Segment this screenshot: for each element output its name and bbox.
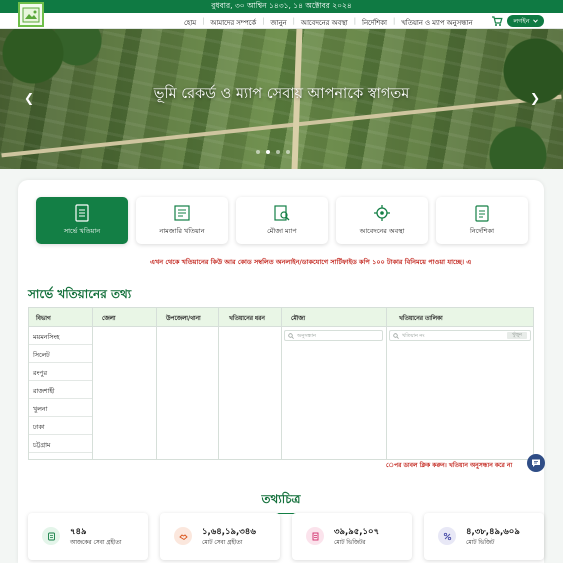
tab-namjari-khatian[interactable]: নামজারি খতিয়ান (136, 197, 228, 244)
stat-value: ৪,৩৮,৪৯,৬০৯ (466, 527, 520, 537)
site-logo[interactable] (18, 2, 44, 27)
status-gear-icon (374, 205, 390, 221)
percent-icon (438, 527, 456, 545)
info-title: তথ্যচিত্র (18, 491, 544, 514)
search-icon (393, 333, 399, 339)
list-item[interactable]: ঢাকা (29, 417, 92, 435)
service-panel: সার্ভে খতিয়ান নামজারি খতিয়ান মৌজা ম্যা… (18, 180, 544, 563)
tab-label: সার্ভে খতিয়ান (63, 227, 101, 235)
column-divider (92, 308, 93, 459)
cart-icon[interactable] (491, 15, 503, 27)
notice-marquee: এখন থেকে খতিয়ানের কিউ আর কোড সম্বলিত অন… (28, 257, 534, 268)
section-title: সার্ভে খতিয়ানের তথ্য (28, 287, 132, 301)
stat-label: মোট ভিজিটর (334, 540, 366, 546)
login-button[interactable]: লগইন (507, 15, 544, 27)
user-icon (42, 527, 60, 545)
list-item[interactable]: খুলনা (29, 399, 92, 417)
column-divider (156, 308, 157, 459)
carousel-next-icon[interactable]: ❯ (530, 91, 540, 105)
column-header: উপজেলা/থানা (166, 316, 201, 322)
column-divider (218, 308, 219, 459)
hero-banner: ভূমি রেকর্ড ও ম্যাপ সেবায় আপনাকে স্বাগত… (0, 29, 563, 169)
column-divider (386, 308, 387, 459)
stat-card: ৭৪৯ আজকের সেবা গ্রহীতা (28, 513, 148, 560)
search-icon (288, 333, 294, 339)
tab-guide[interactable]: নির্দেশিকা (436, 197, 528, 244)
division-list: ময়মনসিংহ সিলেট রংপুর রাজশাহী খুলনা ঢাকা… (29, 327, 92, 453)
carousel-dot-active[interactable] (266, 150, 270, 154)
khatian-search-button[interactable]: খুঁজুন (507, 332, 527, 339)
list-item[interactable]: চট্টগ্রাম (29, 435, 92, 453)
khatian-search-table: বিভাগ জেলা উপজেলা/থানা খতিয়ানের ধরন মৌজ… (28, 307, 534, 460)
stat-card: ৩৯,৯৫,১০৭ মোট ভিজিটর (292, 513, 412, 560)
list-item[interactable]: সিলেট (29, 345, 92, 363)
carousel-dot[interactable] (276, 150, 280, 154)
stat-label: আজকের সেবা গ্রহীতা (70, 540, 122, 546)
stat-label: মোট সেবা গ্রহীতা (202, 540, 243, 546)
tab-label: নির্দেশিকা (470, 227, 494, 235)
column-divider (281, 308, 282, 459)
carousel-dot[interactable] (256, 150, 260, 154)
tab-label: আবেদনের অবস্থা (359, 227, 405, 235)
column-header: মৌজা (291, 316, 306, 322)
tab-label: নামজারি খতিয়ান (159, 227, 205, 235)
tab-mouza-map[interactable]: মৌজা ম্যাপ (236, 197, 328, 244)
banner-trees (0, 29, 110, 89)
login-label: লগইন (513, 16, 530, 25)
column-header: জেলা (102, 316, 116, 322)
column-header: বিভাগ (36, 316, 51, 322)
tab-label: মৌজা ম্যাপ (267, 227, 297, 235)
tab-survey-khatian[interactable]: সার্ভে খতিয়ান (36, 197, 128, 244)
mouza-search-input[interactable]: অনুসন্ধান (284, 330, 383, 341)
certificate-icon (174, 205, 190, 221)
top-bar: বুধবার, ৩০ আশ্বিন ১৪৩১, ১৪ অক্টোবর ২০২৪ (0, 0, 563, 13)
document-list-icon (75, 204, 89, 222)
list-item[interactable]: রংপুর (29, 363, 92, 381)
map-search-icon (274, 205, 290, 221)
tab-application-status[interactable]: আবেদনের অবস্থা (336, 197, 428, 244)
land-record-logo-icon (22, 7, 40, 22)
search-placeholder: অনুসন্ধান (297, 333, 317, 339)
khatian-search-input[interactable]: খতিয়ান নং খুঁজুন (389, 330, 531, 341)
current-date: বুধবার, ৩০ আশ্বিন ১৪৩১, ১৪ অক্টোবর ২০২৪ (211, 1, 352, 10)
list-item[interactable]: রাজশাহী (29, 381, 92, 399)
chat-button[interactable] (527, 454, 545, 472)
stat-card: ১,৬৪,১৯,৩৪৬ মোট সেবা গ্রহীতা (160, 513, 280, 560)
chat-icon (532, 459, 540, 467)
document-icon (306, 527, 324, 545)
navbar: হোম | আমাদের সম্পর্কে | জানুন | আবেদনের অবস… (0, 13, 563, 29)
stat-value: ১,৬৪,১৯,৩৪৬ (202, 527, 256, 537)
service-tabs: সার্ভে খতিয়ান নামজারি খতিয়ান মৌজা ম্যা… (36, 197, 528, 244)
stat-label: মোট ভিজিট (466, 540, 495, 546)
list-item[interactable]: ময়মনসিংহ (29, 327, 92, 345)
stat-value: ৭৪৯ (70, 527, 87, 537)
stats-row: ৭৪৯ আজকের সেবা গ্রহীতা ১,৬৪,১৯,৩৪৬ মোট স… (28, 513, 544, 560)
search-placeholder: খতিয়ান নং (402, 333, 425, 339)
column-header: খতিয়ানের তালিকা (399, 316, 443, 322)
hero-title: ভূমি রেকর্ড ও ম্যাপ সেবায় আপনাকে স্বাগত… (153, 86, 410, 102)
stat-value: ৩৯,৯৫,১০৭ (334, 527, 380, 537)
chevron-down-icon (532, 19, 538, 23)
carousel-prev-icon[interactable]: ❮ (24, 91, 34, 105)
handshake-icon (174, 527, 192, 545)
carousel-dot[interactable] (286, 150, 290, 154)
stat-card: ৪,৩৮,৪৯,৬০৯ মোট ভিজিট (424, 513, 544, 560)
checklist-icon (475, 205, 489, 222)
usage-hint: েপর ডাবল ক্লিক করুন। খতিয়ান অনুসন্ধান ক… (386, 462, 513, 469)
column-header: খতিয়ানের ধরন (229, 316, 265, 322)
notice-text: এখন থেকে খতিয়ানের কিউ আর কোড সম্বলিত অন… (150, 258, 472, 266)
carousel-dots (256, 150, 290, 154)
